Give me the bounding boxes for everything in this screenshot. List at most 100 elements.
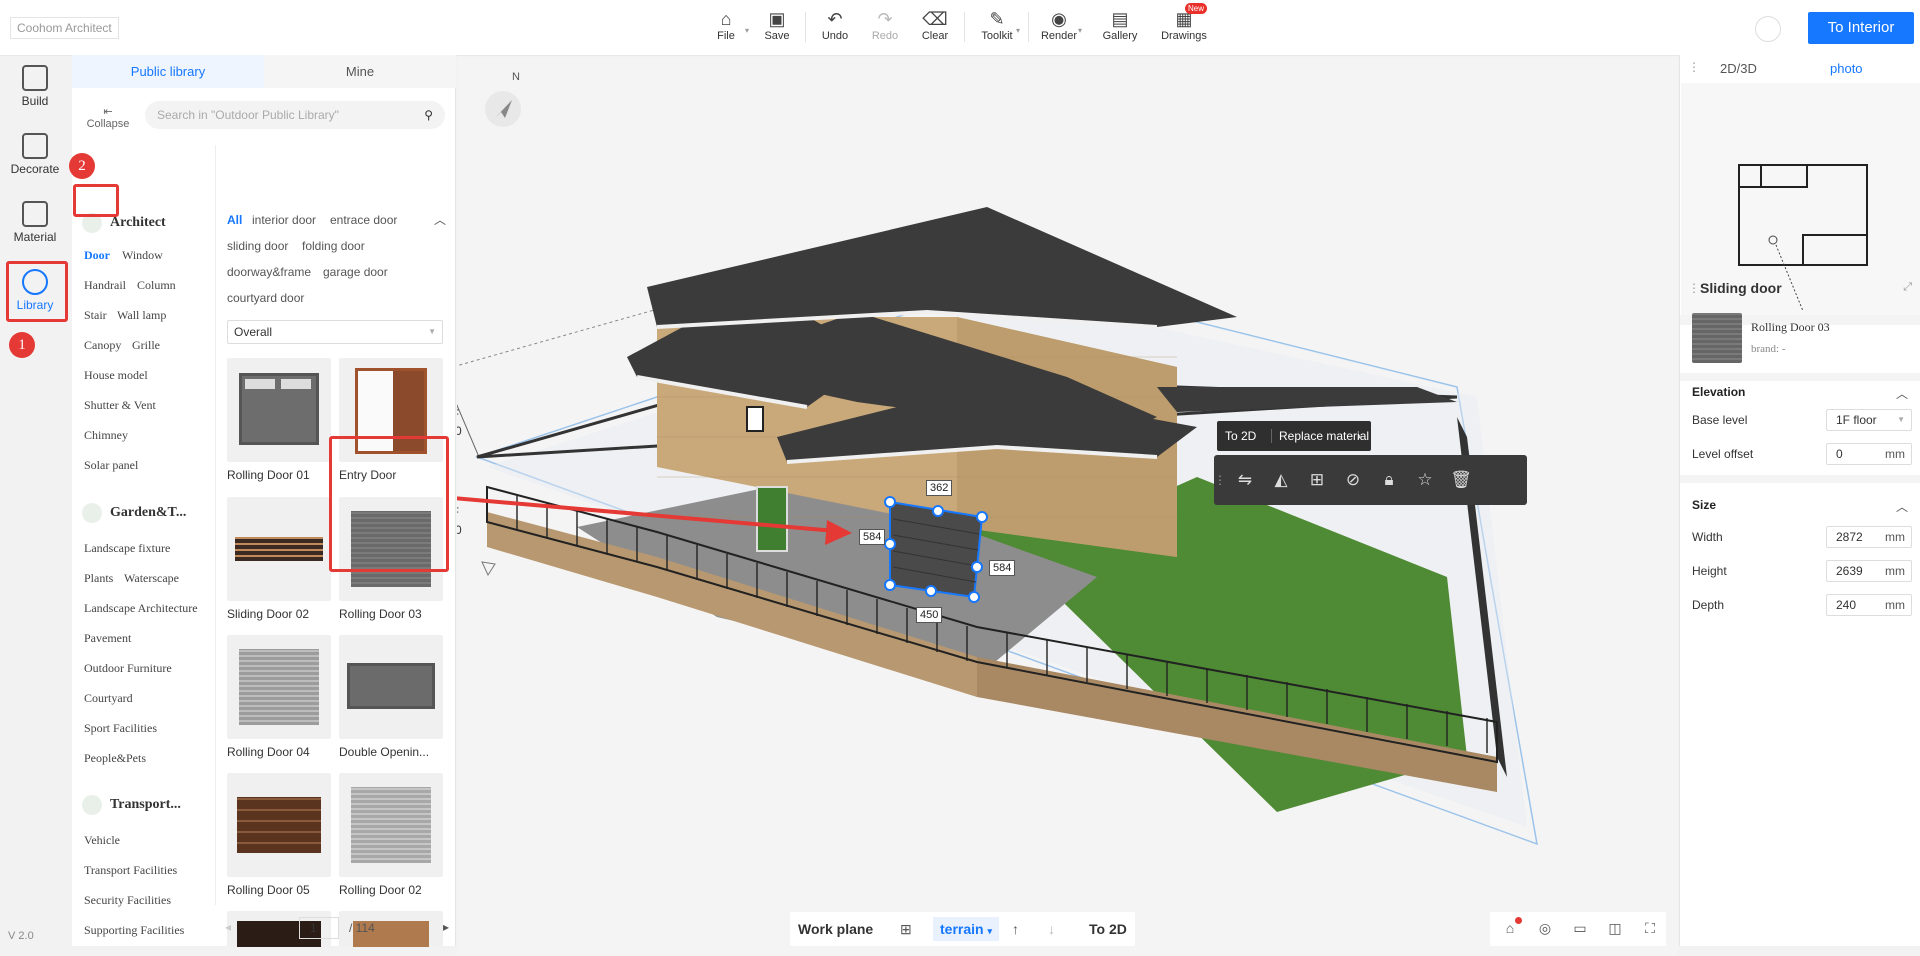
cat-sport-facilities[interactable]: Sport Facilities bbox=[84, 721, 157, 736]
dimension-top[interactable]: 362 bbox=[926, 480, 953, 496]
group-garden[interactable]: Garden&T... bbox=[82, 503, 186, 523]
terrain-select[interactable]: terrain ▾ bbox=[933, 917, 999, 941]
mirror-icon[interactable]: ◭ bbox=[1270, 469, 1292, 491]
delete-icon[interactable]: 🗑︎ bbox=[1450, 469, 1472, 491]
favorite-icon[interactable]: ☆ bbox=[1414, 469, 1436, 491]
drawings-button[interactable]: ▦ Drawings New bbox=[1159, 3, 1209, 42]
level-up-icon[interactable]: ↑ bbox=[1012, 921, 1019, 937]
3d-viewport[interactable]: N 0 0 To 2D Replace material › ⋮ ⇋ ◭ ⊞ ⊘… bbox=[457, 57, 1678, 956]
width-input[interactable]: 2872 mm bbox=[1826, 526, 1912, 548]
chevron-up-icon[interactable]: ︿ bbox=[1896, 498, 1908, 515]
cat-landscape-architecture[interactable]: Landscape Architecture bbox=[84, 601, 198, 616]
base-level-select[interactable]: 1F floor ▼ bbox=[1826, 409, 1912, 431]
dimension-right[interactable]: 584 bbox=[989, 560, 1016, 576]
product-card[interactable]: Sliding Door 02 bbox=[227, 497, 331, 621]
filter-interior-door[interactable]: interior door bbox=[252, 213, 316, 227]
cat-canopy[interactable]: Canopy bbox=[84, 338, 121, 353]
toolkit-menu[interactable]: ✎ Toolkit ▾ bbox=[972, 8, 1022, 42]
cat-chimney[interactable]: Chimney bbox=[84, 428, 128, 443]
to-2d-link[interactable]: To 2D bbox=[1225, 429, 1256, 443]
cat-pavement[interactable]: Pavement bbox=[84, 631, 131, 646]
product-card[interactable]: Rolling Door 01 bbox=[227, 358, 331, 482]
flip-icon[interactable]: ⇋ bbox=[1234, 469, 1256, 491]
nav-decorate[interactable]: Decorate bbox=[5, 133, 65, 176]
to-2d-button[interactable]: To 2D bbox=[1089, 921, 1127, 937]
cat-outdoor-furniture[interactable]: Outdoor Furniture bbox=[84, 661, 172, 676]
expand-icon[interactable]: ⤢ bbox=[1903, 281, 1912, 294]
cat-security-facilities[interactable]: Security Facilities bbox=[84, 893, 171, 908]
filter-all[interactable]: All bbox=[227, 213, 242, 227]
level-down-icon[interactable]: ↓ bbox=[1048, 921, 1055, 937]
product-card[interactable]: Rolling Door 04 bbox=[227, 635, 331, 759]
tab-mine[interactable]: Mine bbox=[264, 55, 456, 88]
product-card[interactable]: Rolling Door 02 bbox=[339, 773, 443, 897]
cat-vehicle[interactable]: Vehicle bbox=[84, 833, 120, 848]
tab-2d-3d[interactable]: 2D/3D bbox=[1720, 61, 1757, 76]
chevron-up-icon[interactable]: ︿ bbox=[1896, 385, 1908, 402]
tab-photo[interactable]: photo bbox=[1830, 61, 1863, 76]
cat-plants[interactable]: Plants bbox=[84, 571, 113, 586]
cat-grille[interactable]: Grille bbox=[132, 338, 160, 353]
cat-supporting-facilities[interactable]: Supporting Facilities bbox=[84, 923, 184, 938]
render-menu[interactable]: ◉ Render ▾ bbox=[1034, 8, 1084, 42]
to-interior-button[interactable]: To Interior bbox=[1808, 12, 1914, 44]
save-button[interactable]: ▣ Save bbox=[752, 8, 802, 42]
cat-column[interactable]: Column bbox=[137, 278, 176, 293]
drag-handle-icon[interactable]: ⋮ bbox=[1688, 60, 1700, 74]
cat-waterscape[interactable]: Waterscape bbox=[124, 571, 179, 586]
clear-button[interactable]: ⌫ Clear bbox=[910, 8, 960, 42]
collapse-button[interactable]: ⇤ Collapse bbox=[84, 105, 132, 130]
gallery-button[interactable]: ▤ Gallery bbox=[1095, 8, 1145, 42]
grid-icon[interactable]: ⊞ bbox=[900, 921, 912, 938]
cat-courtyard[interactable]: Courtyard bbox=[84, 691, 133, 706]
filter-garage-door[interactable]: garage door bbox=[323, 265, 388, 279]
group-transport[interactable]: Transport... bbox=[82, 795, 181, 815]
cat-door[interactable]: Door bbox=[84, 248, 110, 263]
cat-handrail[interactable]: Handrail bbox=[84, 278, 126, 293]
cat-window[interactable]: Window bbox=[122, 248, 163, 263]
level-offset-input[interactable]: 0 mm bbox=[1826, 443, 1912, 465]
eye-icon[interactable]: ◎ bbox=[1535, 920, 1555, 938]
filter-courtyard-door[interactable]: courtyard door bbox=[227, 291, 304, 305]
cat-people-pets[interactable]: People&Pets bbox=[84, 751, 146, 766]
cat-shutter-vent[interactable]: Shutter & Vent bbox=[84, 398, 156, 413]
filter-doorway-frame[interactable]: doorway&frame bbox=[227, 265, 311, 279]
search-input[interactable]: Search in "Outdoor Public Library" ⚲ bbox=[145, 101, 445, 129]
filter-entrace-door[interactable]: entrace door bbox=[330, 213, 397, 227]
fullscreen-icon[interactable]: ⛶ bbox=[1640, 920, 1660, 938]
depth-input[interactable]: 240 mm bbox=[1826, 594, 1912, 616]
height-input[interactable]: 2639 mm bbox=[1826, 560, 1912, 582]
replace-material-link[interactable]: Replace material bbox=[1279, 429, 1369, 443]
dimension-left[interactable]: 584 bbox=[859, 529, 886, 545]
undo-button[interactable]: ↶ Undo bbox=[810, 8, 860, 42]
file-menu[interactable]: ⌂ File ▾ bbox=[701, 8, 751, 42]
tab-public-library[interactable]: Public library bbox=[72, 55, 264, 88]
nav-material[interactable]: Material bbox=[5, 201, 65, 244]
hide-icon[interactable]: ⊘ bbox=[1342, 469, 1364, 491]
notification-icon[interactable]: ⌂ bbox=[1500, 917, 1522, 938]
copy-icon[interactable]: ⊞ bbox=[1306, 469, 1328, 491]
avatar[interactable] bbox=[1755, 16, 1781, 42]
prev-page-icon[interactable]: ◂ bbox=[225, 920, 231, 934]
cube-icon[interactable]: ◫ bbox=[1605, 920, 1625, 938]
cat-wall-lamp[interactable]: Wall lamp bbox=[117, 308, 166, 323]
redo-button[interactable]: ↷ Redo bbox=[860, 8, 910, 42]
nav-build[interactable]: Build bbox=[5, 65, 65, 108]
filter-collapse-icon[interactable]: ︿ bbox=[434, 211, 446, 228]
dimension-bottom[interactable]: 450 bbox=[916, 607, 943, 623]
sort-select[interactable]: Overall ▼ bbox=[227, 320, 443, 344]
view-2d-icon[interactable]: ▭ bbox=[1570, 920, 1590, 938]
page-input[interactable]: 1 bbox=[299, 917, 339, 939]
product-card[interactable]: Rolling Door 05 bbox=[227, 773, 331, 897]
cat-transport-facilities[interactable]: Transport Facilities bbox=[84, 863, 177, 878]
filter-folding-door[interactable]: folding door bbox=[302, 239, 365, 253]
drag-handle-icon[interactable]: ⋮ bbox=[1214, 469, 1226, 491]
cat-landscape-fixture[interactable]: Landscape fixture bbox=[84, 541, 170, 556]
next-page-icon[interactable]: ▸ bbox=[443, 920, 449, 934]
lock-icon[interactable]: 🔒︎ bbox=[1378, 469, 1400, 491]
filter-sliding-door[interactable]: sliding door bbox=[227, 239, 288, 253]
cat-house-model[interactable]: House model bbox=[84, 368, 148, 383]
cat-solar-panel[interactable]: Solar panel bbox=[84, 458, 138, 473]
drag-handle-icon[interactable]: ⋮ bbox=[1688, 281, 1700, 295]
product-card[interactable]: Double Openin... bbox=[339, 635, 443, 759]
